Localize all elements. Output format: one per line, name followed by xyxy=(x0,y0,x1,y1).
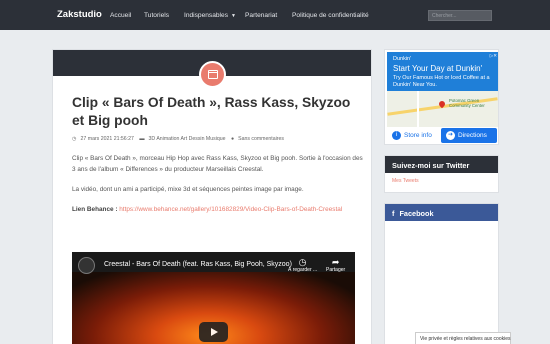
twitter-widget: Suivez-moi sur Twitter Mes Tweets xyxy=(384,155,499,193)
ad-headline: Start Your Day at Dunkin' xyxy=(393,64,483,73)
site-brand[interactable]: Zakstudio xyxy=(57,9,102,20)
map-road xyxy=(417,91,419,127)
share-icon: ➦ xyxy=(331,257,340,267)
post-meta: ◷ 27 mars 2021 21:56:27 ▬ 3D Animation Art… xyxy=(72,136,288,142)
nav-link-indispensables[interactable]: Indispensables ▼ xyxy=(184,12,236,19)
post-date: 27 mars 2021 21:56:27 xyxy=(80,136,134,142)
folder-icon: ▬ xyxy=(139,136,145,142)
chevron-down-icon: ▼ xyxy=(231,13,236,19)
article-card: Clip « Bars Of Death », Rass Kass, Skyzo… xyxy=(52,49,372,344)
store-info-button[interactable]: Store info xyxy=(387,128,440,143)
facebook-widget: f Facebook xyxy=(384,203,499,344)
post-title: Clip « Bars Of Death », Rass Kass, Skyzo… xyxy=(72,95,351,128)
facebook-widget-title: Facebook xyxy=(399,209,434,218)
behance-link[interactable]: https://www.behance.net/gallery/10168282… xyxy=(119,206,342,213)
sidebar-ad[interactable]: Dunkin' Start Your Day at Dunkin' Try Ou… xyxy=(384,49,499,145)
post-paragraph-1: Clip « Bars Of Death », morceau Hip Hop … xyxy=(72,155,363,173)
watch-later-button[interactable]: ◷ À regarder ... xyxy=(288,257,317,273)
comment-icon: ● xyxy=(230,136,235,142)
behance-label: Lien Behance : xyxy=(72,206,118,213)
post-categories[interactable]: 3D Animation Art Dessin Musique xyxy=(149,136,226,142)
post-paragraph-2: La vidéo, dont un ami a participé, mixe … xyxy=(72,186,304,193)
post-format-badge xyxy=(199,61,226,88)
nav-link-partenariat[interactable]: Partenariat xyxy=(245,12,277,19)
nav-link-accueil[interactable]: Accueil xyxy=(110,12,131,19)
directions-button[interactable]: Directions xyxy=(441,128,497,143)
video-title[interactable]: Creestal - Bars Of Death (feat. Ras Kass… xyxy=(104,261,292,268)
facebook-icon: f xyxy=(392,209,395,218)
nav-link-politique[interactable]: Politique de confidentialité xyxy=(292,12,369,19)
ad-map[interactable]: Potomac Green Community Center xyxy=(387,91,498,127)
nav-link-indispensables-label: Indispensables xyxy=(184,12,228,19)
channel-avatar[interactable] xyxy=(78,257,95,274)
play-button[interactable] xyxy=(199,322,228,342)
video-embed[interactable]: Creestal - Bars Of Death (feat. Ras Kass… xyxy=(72,252,355,344)
post-comments[interactable]: Sans commentaires xyxy=(238,136,284,142)
post-paragraph-behance: Lien Behance : https://www.behance.net/g… xyxy=(72,205,368,216)
ad-brand: Dunkin' xyxy=(393,56,412,62)
ad-header: Dunkin' Start Your Day at Dunkin' Try Ou… xyxy=(387,52,498,91)
search-input[interactable]: Chercher... xyxy=(428,10,492,21)
facebook-widget-header: f Facebook xyxy=(385,204,498,221)
map-place-label: Potomac Green Community Center xyxy=(449,98,485,108)
share-button[interactable]: ➦ Partager xyxy=(326,257,345,273)
twitter-link[interactable]: Mes Tweets xyxy=(385,173,498,189)
clock-icon: ◷ xyxy=(298,257,307,267)
share-label: Partager xyxy=(326,267,346,273)
clock-icon: ◷ xyxy=(72,136,77,142)
ad-text: Try Our Famous Hot or Iced Coffee at a D… xyxy=(393,75,490,88)
twitter-widget-title: Suivez-moi sur Twitter xyxy=(385,156,498,173)
cookie-banner[interactable]: Vie privée et règles relatives aux cooki… xyxy=(415,332,511,344)
top-navbar: Zakstudio Accueil Tutoriels Indispensabl… xyxy=(0,0,550,30)
ad-choices-icon[interactable]: ▷✕ xyxy=(490,53,497,59)
watch-later-label: À regarder ... xyxy=(288,267,318,273)
nav-link-tutoriels[interactable]: Tutoriels xyxy=(144,12,169,19)
calendar-icon xyxy=(208,70,218,79)
